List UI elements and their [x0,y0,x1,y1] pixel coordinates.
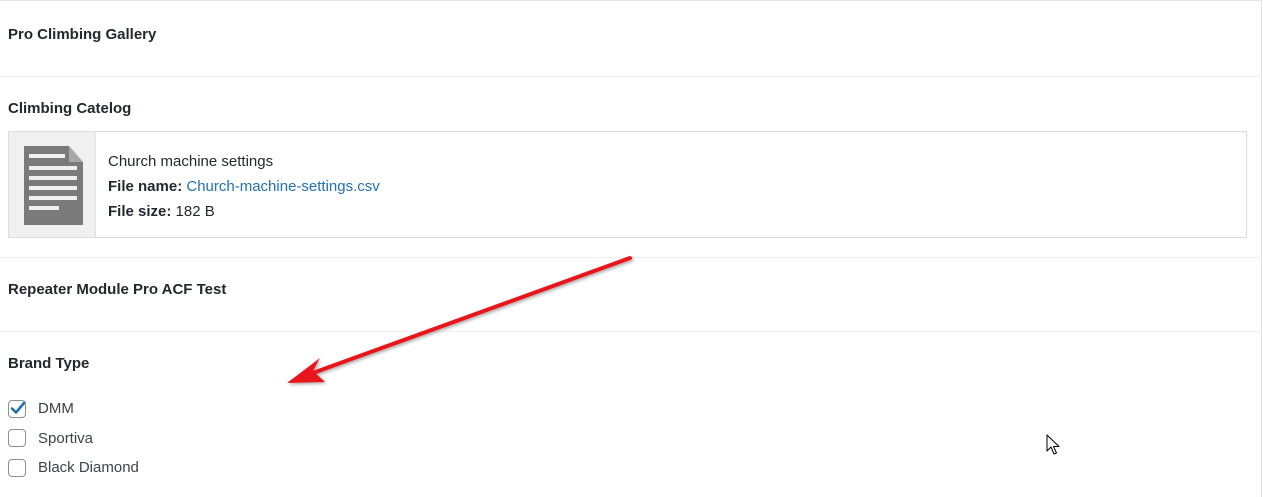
checkmark-icon [10,401,26,414]
file-attachment[interactable]: Church machine settings File name: Churc… [8,131,1247,238]
catalog-field-label: Climbing Catelog [8,100,132,117]
mouse-cursor-icon [1046,434,1060,455]
file-size-key: File size: [108,203,172,220]
brand-checkbox-list: DMM Sportiva Black Diamond [8,394,139,483]
file-name-key: File name: [108,178,183,195]
checkbox-label-sportiva: Sportiva [38,429,94,447]
checkbox-label-dmm: DMM [38,400,74,418]
checkbox-row-sportiva[interactable]: Sportiva [8,424,139,454]
document-icon [24,146,83,225]
file-size-value: 182 B [175,203,215,220]
checkbox-black-diamond[interactable] [8,458,26,477]
file-name-row: File name: Church-machine-settings.csv [108,174,380,199]
gallery-field-label: Pro Climbing Gallery [8,26,157,43]
file-title: Church machine settings [108,153,274,170]
file-name-link[interactable]: Church-machine-settings.csv [186,178,379,195]
file-info: Church machine settings File name: Churc… [108,149,380,224]
gallery-field: Pro Climbing Gallery [0,0,1262,77]
checkbox-row-black-diamond[interactable]: Black Diamond [8,453,139,483]
checkbox-sportiva[interactable] [8,429,26,448]
repeater-field-label: Repeater Module Pro ACF Test [8,281,227,298]
file-size-row: File size: 182 B [108,199,380,224]
checkbox-row-dmm[interactable]: DMM [8,394,139,424]
file-thumbnail [9,132,96,237]
checkbox-dmm[interactable] [8,399,26,418]
acf-fields-panel: Pro Climbing Gallery Climbing Catelog Ch… [0,0,1262,497]
annotation-arrow [287,256,632,383]
brand-type-label: Brand Type [8,355,90,372]
checkbox-label-black-diamond: Black Diamond [38,459,139,477]
